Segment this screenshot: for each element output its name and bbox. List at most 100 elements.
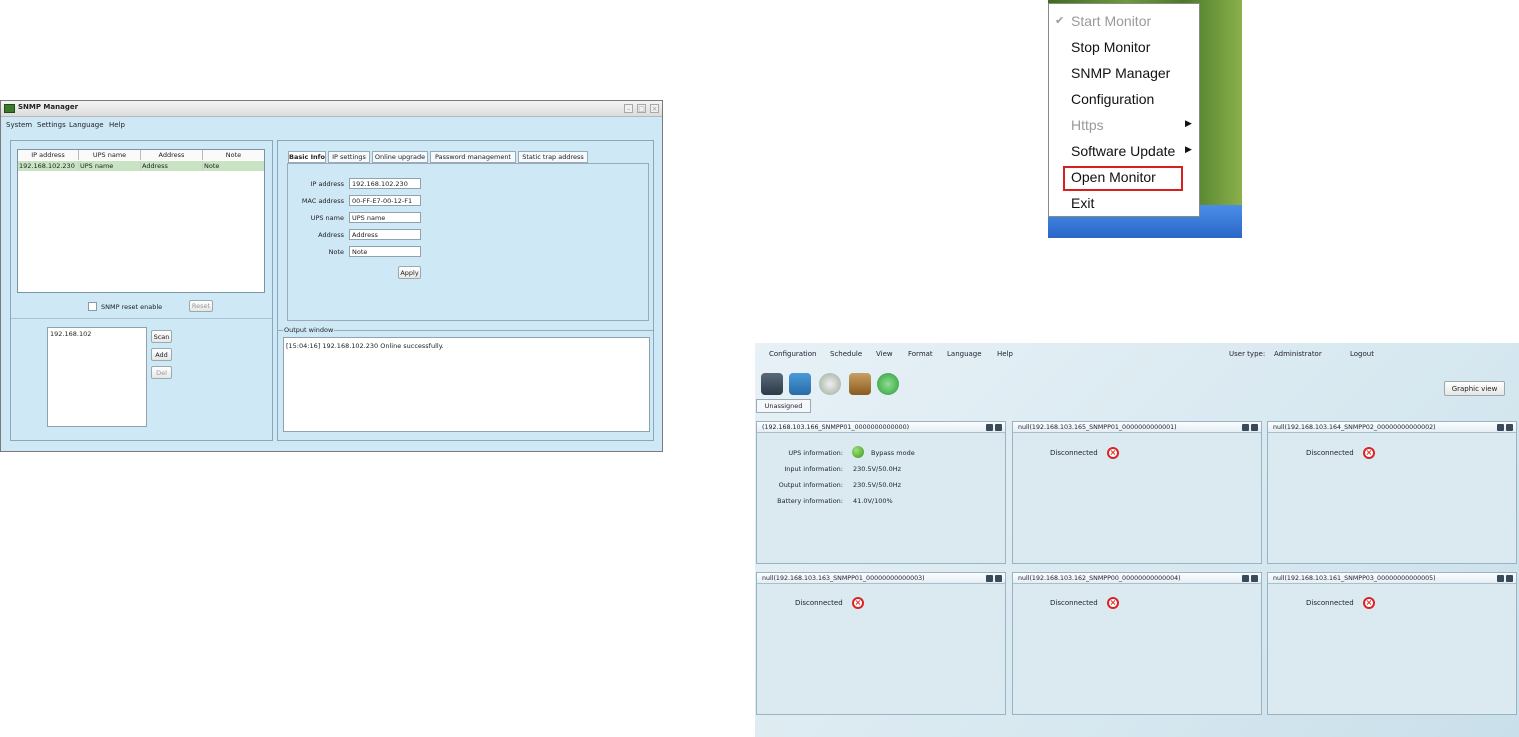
output-window-label: Output window [283,326,335,334]
tab-static-trap-address[interactable]: Static trap address [518,151,588,163]
info-label: UPS information: [788,449,843,457]
info-value: 230.5V/50.0Hz [853,481,902,489]
card-minimize-icon[interactable] [1497,575,1504,582]
title-bar: SNMP Manager – □ × [1,101,662,117]
mac-address-field[interactable]: 00-FF-E7-00-12-F1 [349,195,421,206]
field-label-ups-name: UPS name [310,214,344,222]
ups-name-field[interactable]: UPS name [349,212,421,223]
card-maximize-icon[interactable] [1506,575,1513,582]
minimize-button[interactable]: – [624,104,633,113]
col-ups-name[interactable]: UPS name [79,150,141,160]
menu-settings[interactable]: Settings [37,121,66,129]
ups-card[interactable]: null(192.168.103.163_SNMPP01_00000000000… [756,572,1006,715]
battery-icon[interactable] [849,373,871,395]
maximize-button[interactable]: □ [637,104,646,113]
menu-language[interactable]: Language [69,121,104,129]
menu-help[interactable]: Help [109,121,125,129]
card-maximize-icon[interactable] [1251,575,1258,582]
info-label: Output information: [778,481,843,489]
ups-card[interactable]: null(192.168.103.161_SNMPP03_00000000000… [1267,572,1517,715]
disconnected-icon: × [1363,447,1375,459]
status-text: Disconnected [1306,599,1354,607]
scan-button[interactable]: Scan [151,330,172,343]
menu-language[interactable]: Language [947,350,982,358]
menu-schedule[interactable]: Schedule [830,350,862,358]
ups-card[interactable]: null(192.168.103.162_SNMPP00_00000000000… [1012,572,1262,715]
context-menu: ✔ Start Monitor Stop Monitor SNMP Manage… [1048,3,1200,217]
status-text: Disconnected [1050,449,1098,457]
tab-unassigned[interactable]: Unassigned [756,399,811,413]
address-field[interactable]: Address [349,229,421,240]
monitor-icon[interactable] [761,373,783,395]
cell-ip: 192.168.102.230 [18,161,79,171]
col-ip-address[interactable]: IP address [18,150,79,160]
card-maximize-icon[interactable] [995,575,1002,582]
apply-button[interactable]: Apply [398,266,421,279]
snmp-reset-checkbox[interactable] [88,302,97,311]
user-type-value: Administrator [1274,350,1322,358]
card-title: null(192.168.103.164_SNMPP02_00000000000… [1268,422,1516,433]
tools-icon[interactable] [789,373,811,395]
col-note[interactable]: Note [203,150,264,160]
output-window: [15:04:16] 192.168.102.230 Online succes… [283,337,650,432]
user-type-label: User type: [1229,350,1266,358]
tab-online-upgrade[interactable]: Online upgrade [372,151,428,163]
card-maximize-icon[interactable] [1506,424,1513,431]
card-minimize-icon[interactable] [986,575,993,582]
list-item[interactable]: 192.168.102 [50,330,91,338]
reset-button[interactable]: Reset [189,300,213,312]
add-button[interactable]: Add [151,348,172,361]
left-panel: IP address UPS name Address Note 192.168… [10,140,273,441]
card-maximize-icon[interactable] [1251,424,1258,431]
card-minimize-icon[interactable] [986,424,993,431]
menu-item-stop-monitor[interactable]: Stop Monitor [1071,39,1150,55]
card-title: null(192.168.103.162_SNMPP00_00000000000… [1013,573,1261,584]
graphic-view-button[interactable]: Graphic view [1444,381,1505,396]
device-table[interactable]: IP address UPS name Address Note 192.168… [17,149,265,293]
del-button[interactable]: Del [151,366,172,379]
snmp-manager-window: SNMP Manager – □ × System Settings Langu… [0,100,663,452]
menu-view[interactable]: View [876,350,893,358]
tray-screenshot: ✔ Start Monitor Stop Monitor SNMP Manage… [1048,0,1242,429]
menu-item-open-monitor[interactable]: Open Monitor [1071,169,1156,185]
menu-help[interactable]: Help [997,350,1013,358]
refresh-icon[interactable] [877,373,899,395]
card-minimize-icon[interactable] [1497,424,1504,431]
window-title: SNMP Manager [18,103,79,111]
tab-ip-settings[interactable]: IP settings [328,151,370,163]
menu-format[interactable]: Format [908,350,933,358]
menu-item-exit[interactable]: Exit [1071,195,1094,211]
ip-address-field[interactable]: 192.168.102.230 [349,178,421,189]
logout-link[interactable]: Logout [1350,350,1374,358]
cell-ups-name: UPS name [79,161,141,171]
menu-configuration[interactable]: Configuration [769,350,816,358]
close-button[interactable]: × [650,104,659,113]
status-text: Disconnected [795,599,843,607]
ups-card[interactable]: null(192.168.103.165_SNMPP01_00000000000… [1012,421,1262,564]
card-title: null(192.168.103.163_SNMPP01_00000000000… [757,573,1005,584]
menu-bar: System Settings Language Help [1,118,662,132]
info-value: 41.0V/100% [853,497,893,505]
card-minimize-icon[interactable] [1242,575,1249,582]
card-title: null(192.168.103.161_SNMPP03_00000000000… [1268,573,1516,584]
card-maximize-icon[interactable] [995,424,1002,431]
ip-list[interactable]: 192.168.102 [47,327,147,427]
tab-basic-info[interactable]: Basic Info [288,151,326,163]
menu-item-configuration[interactable]: Configuration [1071,91,1154,107]
menu-system[interactable]: System [6,121,32,129]
menu-item-snmp-manager[interactable]: SNMP Manager [1071,65,1170,81]
ups-card[interactable]: null(192.168.103.164_SNMPP02_00000000000… [1267,421,1517,564]
menu-item-https[interactable]: Https [1071,117,1104,133]
menu-item-start-monitor[interactable]: Start Monitor [1071,13,1151,29]
menu-item-software-update[interactable]: Software Update [1071,143,1175,159]
right-panel: Basic Info IP settings Online upgrade Pa… [277,140,654,441]
note-field[interactable]: Note [349,246,421,257]
card-minimize-icon[interactable] [1242,424,1249,431]
col-address[interactable]: Address [141,150,203,160]
ups-card[interactable]: (192.168.103.166_SNMPP01_0000000000000) … [756,421,1006,564]
tab-password-management[interactable]: Password management [430,151,516,163]
checkmark-icon: ✔ [1055,14,1065,27]
submenu-arrow-icon: ▶ [1185,145,1192,155]
disc-icon[interactable] [819,373,841,395]
table-row[interactable]: 192.168.102.230 UPS name Address Note [18,161,264,171]
